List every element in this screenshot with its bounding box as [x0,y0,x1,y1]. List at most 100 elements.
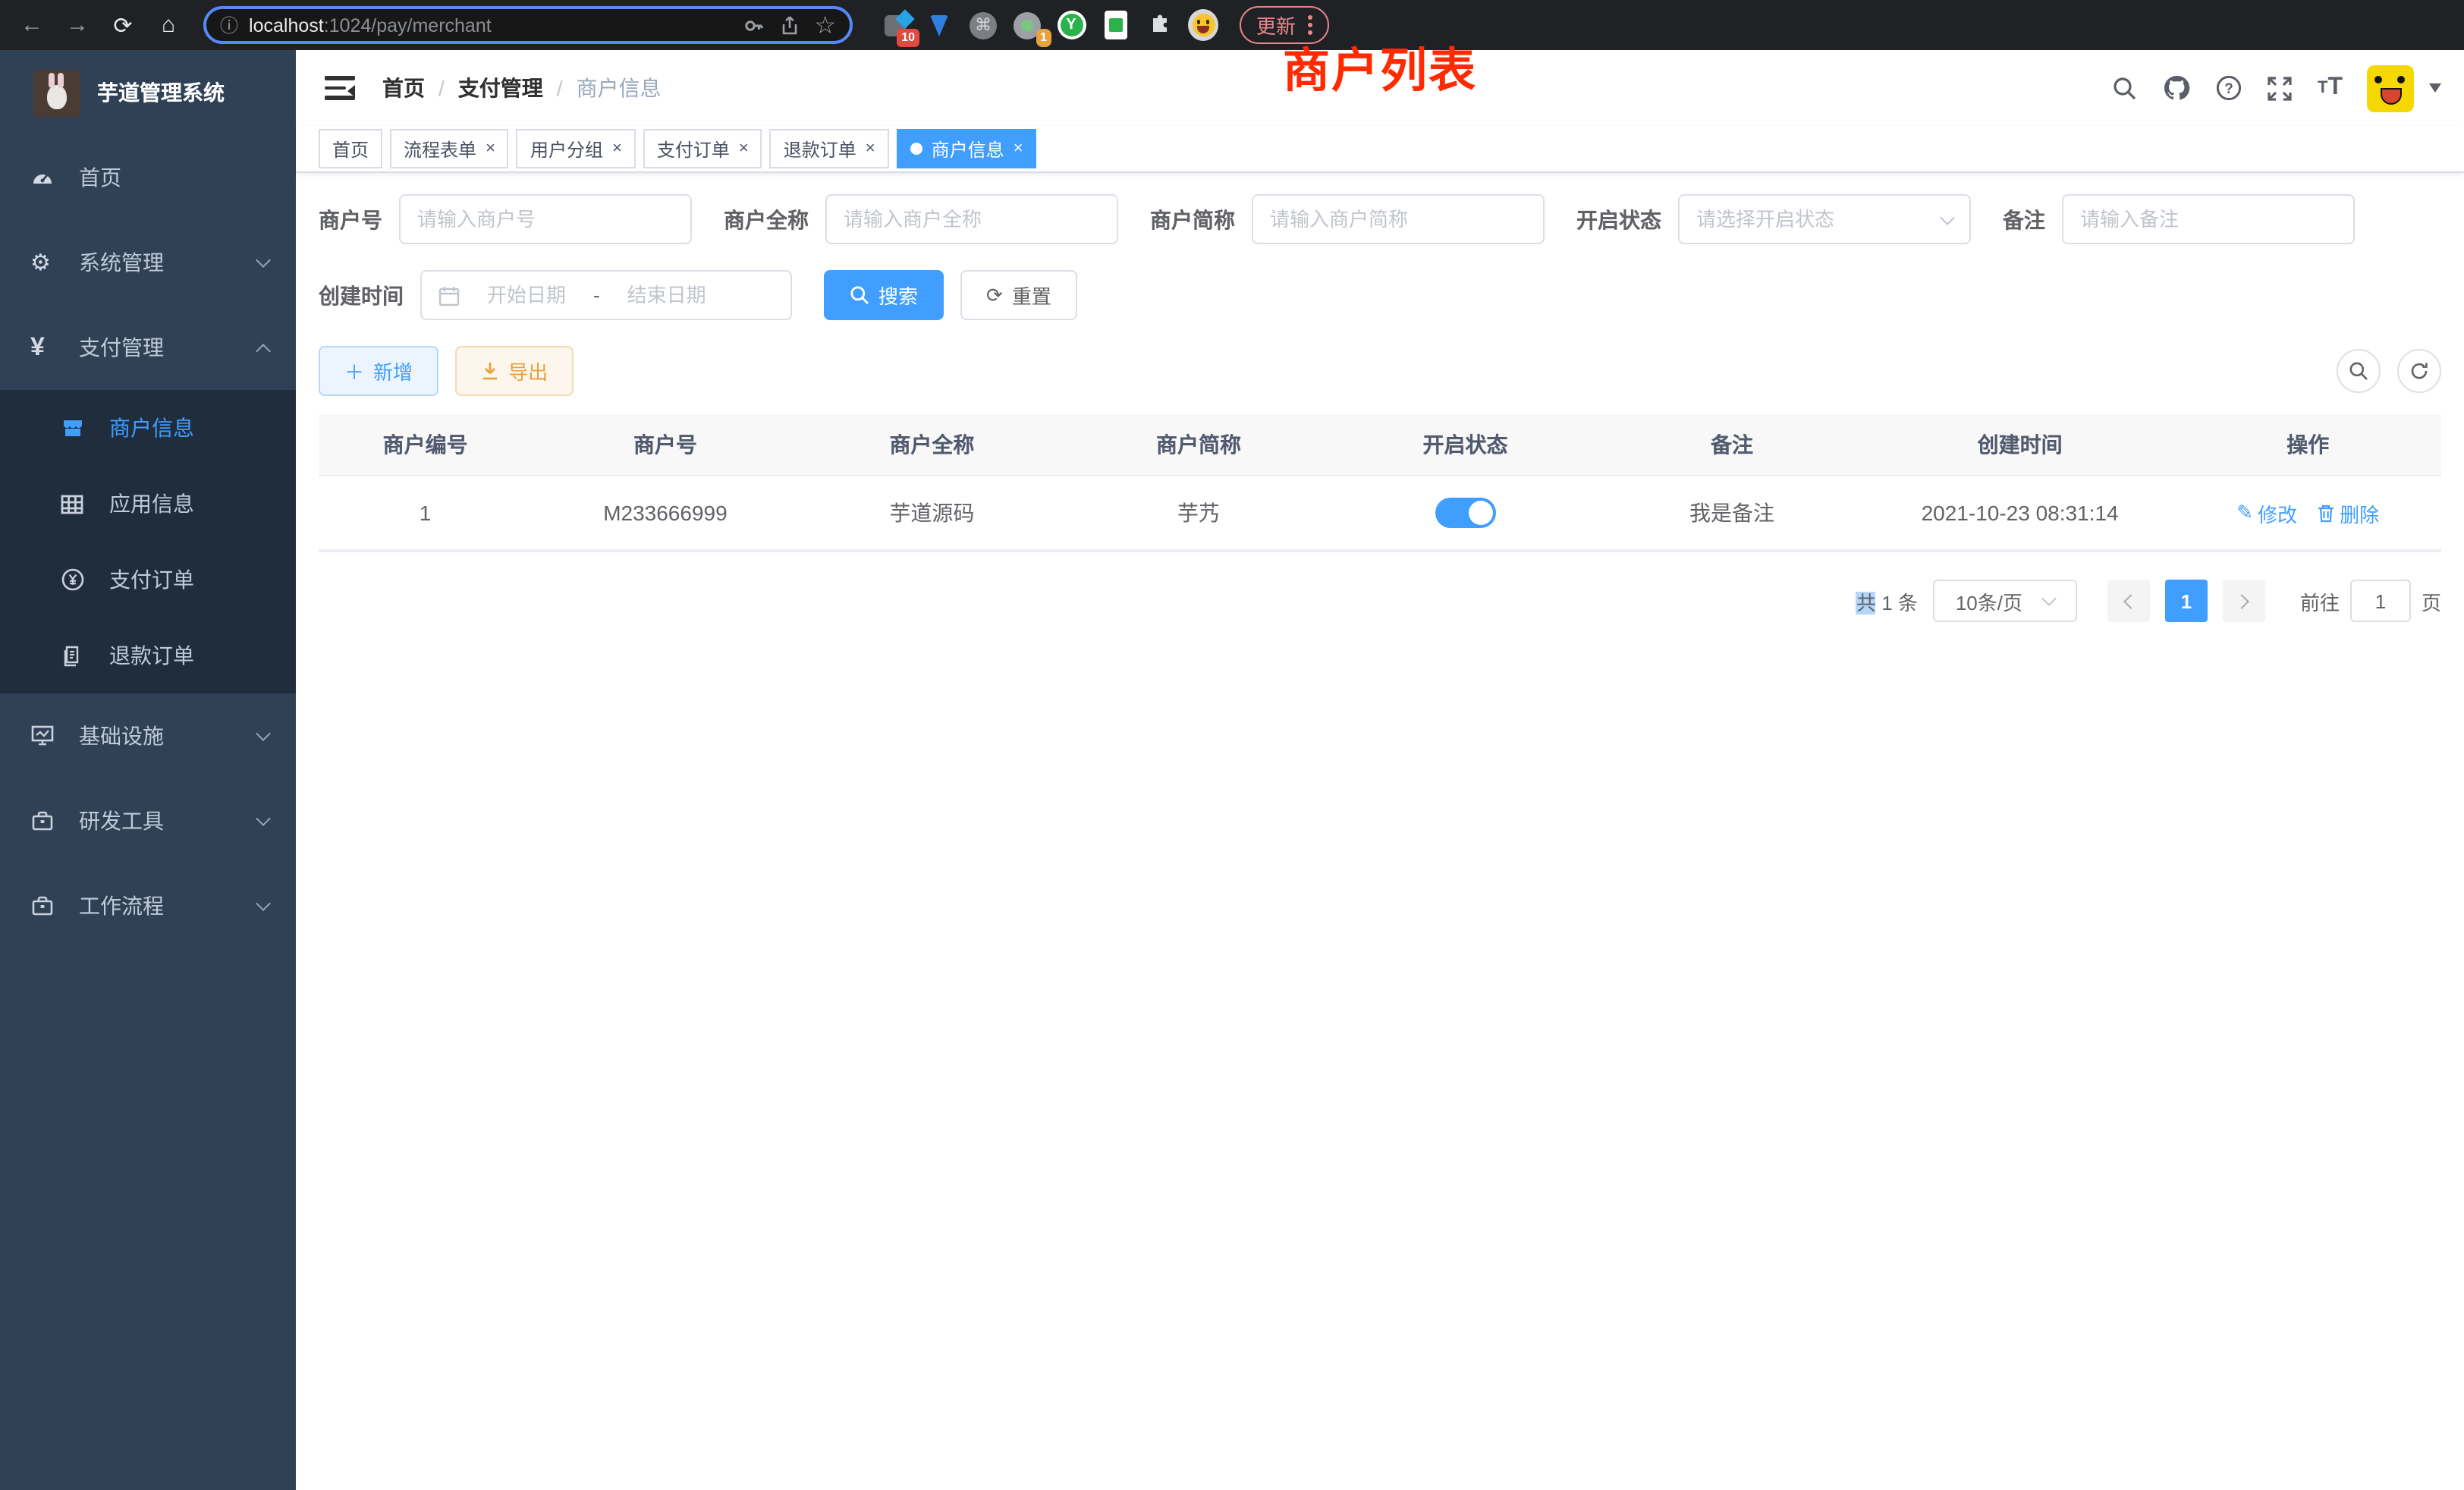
merchant-no-input[interactable] [399,194,692,244]
user-menu-caret-icon[interactable] [2429,83,2441,93]
help-icon[interactable]: ? [2216,74,2243,102]
tab-home[interactable]: 首页 [319,129,382,168]
sidebar-item-label: 系统管理 [79,247,258,278]
sidebar-item-dev-tools[interactable]: 研发工具 [0,778,296,863]
browser-reload-icon[interactable]: ⟳ [103,5,143,45]
browser-toolbar: ← → ⟳ ⌂ ⓘ localhost:1024/pay/merchant ☆ … [0,0,2464,50]
merchant-name-input[interactable] [825,194,1118,244]
cell-full-name: 芋道源码 [799,476,1066,549]
delete-button[interactable]: 删除 [2317,498,2379,527]
start-date-input[interactable] [472,284,581,306]
merchant-table: 商户编号 商户号 商户全称 商户简称 开启状态 备注 创建时间 操作 1 M23… [319,414,2441,552]
search-icon[interactable] [2113,75,2139,101]
tab-close-icon[interactable]: × [866,140,875,158]
page-size-select[interactable]: 10条/页 [1933,580,2077,622]
add-button[interactable]: ＋ 新增 [319,346,438,396]
sidebar-item-refund-order[interactable]: 退款订单 [0,618,296,693]
sidebar-item-label: 支付管理 [79,332,258,363]
chevron-right-icon [2234,593,2249,608]
extension-icon[interactable]: 10 [880,10,910,40]
sidebar-item-app-info[interactable]: 应用信息 [0,466,296,542]
end-date-input[interactable] [612,284,721,306]
github-icon[interactable] [2163,74,2192,102]
remark-input[interactable] [2062,194,2355,244]
status-toggle[interactable] [1435,498,1495,528]
breadcrumb-pay[interactable]: 支付管理 [458,73,543,103]
fullscreen-icon[interactable] [2268,75,2293,101]
column-header: 操作 [2174,414,2441,475]
tab-refund-order[interactable]: 退款订单× [770,129,889,168]
sidebar-item-workflow[interactable]: 工作流程 [0,863,296,948]
bookmark-star-icon[interactable]: ☆ [814,10,836,40]
user-avatar[interactable] [2367,64,2414,112]
page-number-button[interactable]: 1 [2165,580,2208,622]
browser-home-icon[interactable]: ⌂ [149,5,188,45]
sidebar-item-infra[interactable]: 基础设施 [0,693,296,778]
sidebar-item-pay-order[interactable]: 支付订单 [0,542,296,618]
extensions-puzzle-icon[interactable] [1144,10,1174,40]
recorder-extension-icon[interactable]: 1 [1012,10,1042,40]
cell-merchant-no: M233666999 [532,476,799,549]
active-tab-dot [910,143,922,155]
url-bar[interactable]: ⓘ localhost:1024/pay/merchant ☆ [203,6,853,44]
command-extension-icon[interactable]: ⌘ [968,10,998,40]
breadcrumb-home[interactable]: 首页 [382,73,425,103]
password-key-icon[interactable] [743,14,764,36]
extension-cluster: 10 ⌘ 1 Y [880,10,1218,40]
sidebar-logo[interactable]: 芋道管理系统 [0,50,296,135]
share-icon[interactable] [779,14,799,36]
sidebar-item-system[interactable]: ⚙ 系统管理 [0,220,296,305]
column-header: 备注 [1598,414,1865,475]
gear-icon: ⚙ [30,249,67,276]
status-select[interactable] [1678,194,1971,244]
browser-profile-avatar[interactable] [1188,10,1218,40]
app: 芋道管理系统 首页 ⚙ 系统管理 ¥ 支付管理 [0,50,2464,1490]
update-button[interactable]: 更新 [1240,6,1329,44]
sidebar-item-home[interactable]: 首页 [0,135,296,220]
breadcrumb-separator: / [557,76,563,100]
svg-text:?: ? [2225,81,2234,97]
y-extension-icon[interactable]: Y [1056,10,1086,40]
notes-extension-icon[interactable] [1100,10,1130,40]
goto-page-input[interactable] [2350,580,2411,622]
browser-forward-icon[interactable]: → [58,5,97,45]
refresh-icon: ⟳ [986,283,1003,307]
browser-menu-icon[interactable] [1308,15,1312,35]
site-info-icon[interactable]: ⓘ [220,12,238,38]
search-button[interactable]: 搜索 [824,270,944,320]
tab-close-icon[interactable]: × [612,140,622,158]
browser-back-icon[interactable]: ← [12,5,52,45]
font-size-icon[interactable]: TT [2318,74,2343,102]
sidebar-item-pay[interactable]: ¥ 支付管理 [0,305,296,390]
toggle-search-button[interactable] [2337,349,2381,393]
filter-label: 商户全称 [724,204,809,234]
goto-page: 前往 页 [2300,580,2441,622]
tab-close-icon[interactable]: × [739,140,749,158]
url-text[interactable]: localhost:1024/pay/merchant [249,14,732,36]
trash-icon [2317,503,2335,523]
create-time-range-picker[interactable]: - [420,270,792,320]
sidebar-collapse-icon[interactable] [325,76,355,100]
merchant-short-input[interactable] [1252,194,1545,244]
tab-close-icon[interactable]: × [486,140,495,158]
document-icon [61,644,97,667]
reset-button[interactable]: ⟳ 重置 [960,270,1077,320]
tab-pay-order[interactable]: 支付订单× [643,129,762,168]
tab-user-group[interactable]: 用户分组× [517,129,636,168]
prev-page-button[interactable] [2107,580,2150,622]
filter-label: 备注 [2003,204,2045,234]
next-page-button[interactable] [2223,580,2265,622]
tab-close-icon[interactable]: × [1014,140,1023,158]
tab-process-form[interactable]: 流程表单× [390,129,509,168]
edit-button[interactable]: ✎修改 [2236,498,2297,527]
tab-merchant-info[interactable]: 商户信息× [897,129,1037,168]
store-icon [61,416,97,440]
cell-merchant-id: 1 [319,476,532,549]
chevron-down-icon [2041,591,2057,606]
export-button[interactable]: 导出 [455,346,574,396]
refresh-table-button[interactable] [2397,349,2441,393]
sidebar-item-merchant-info[interactable]: 商户信息 [0,390,296,466]
breadcrumb-current: 商户信息 [577,73,662,103]
kite-extension-icon[interactable] [924,10,954,40]
pencil-icon: ✎ [2236,501,2253,525]
